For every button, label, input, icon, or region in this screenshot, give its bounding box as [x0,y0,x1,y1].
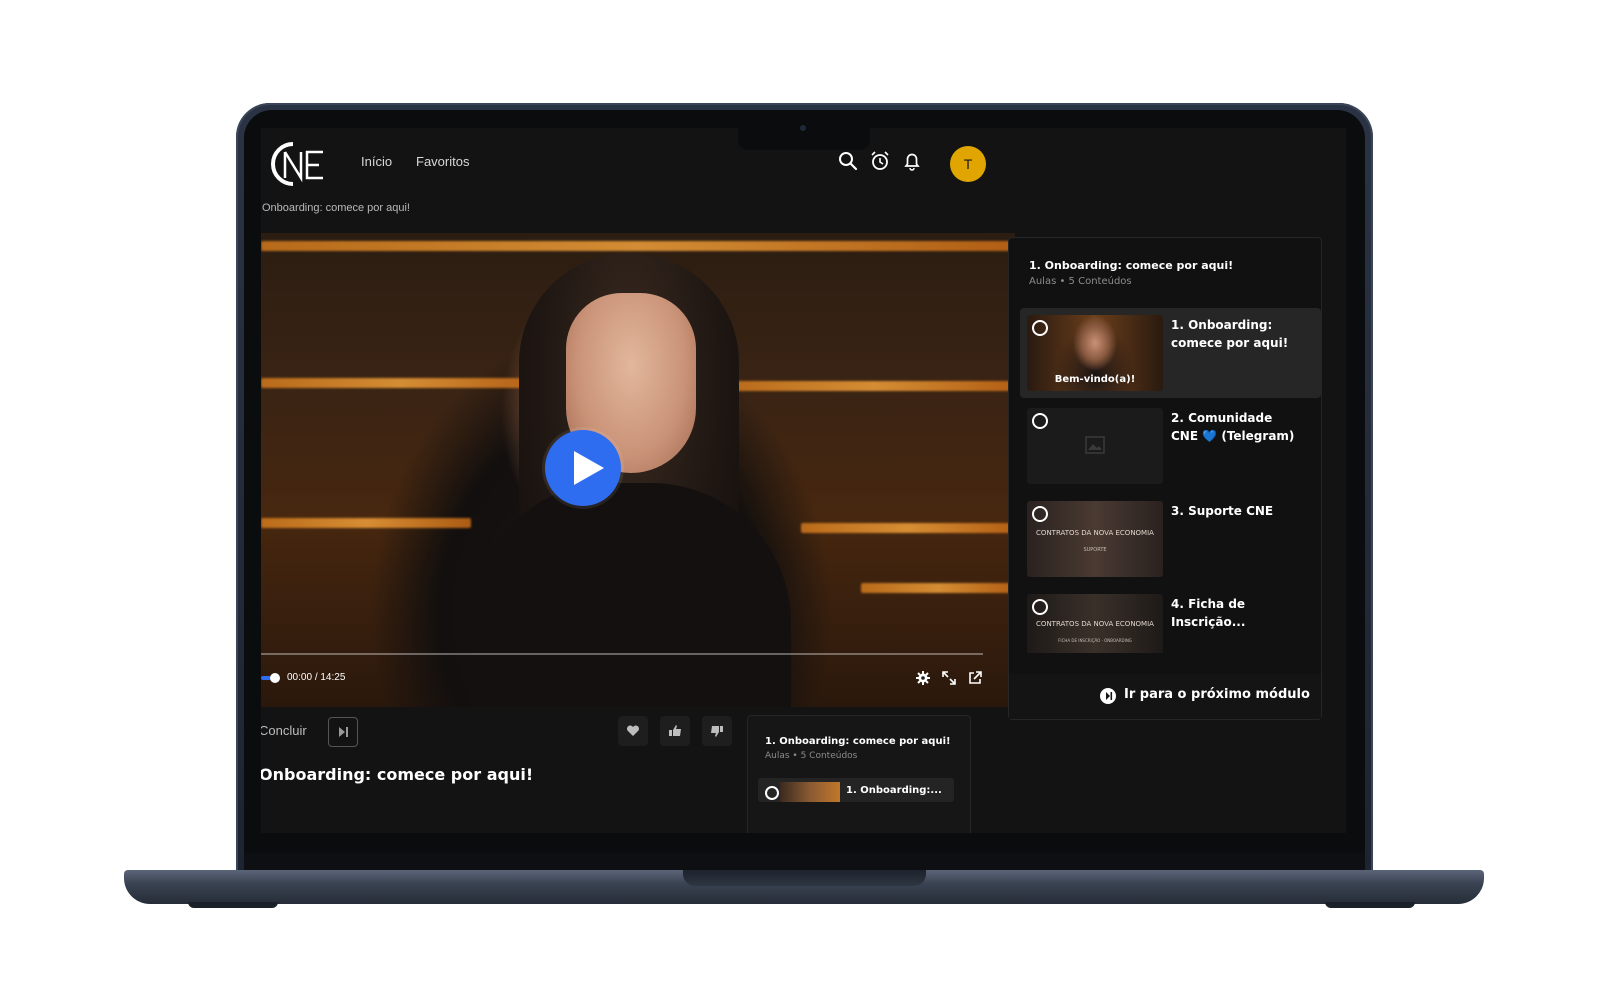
thumbnail-caption: Bem-vindo(a)! [1054,374,1136,385]
lesson-title: Onboarding: comece por aqui! [261,765,534,784]
duration: 14:25 [320,672,346,683]
mini-item-label: 1. Onboarding:... [846,785,942,796]
next-module-bar[interactable]: Ir para o próximo módulo [1009,674,1321,719]
playlist-item-2[interactable]: 2. Comunidade CNE 💙 (Telegram) [1020,401,1321,491]
image-placeholder-icon [1085,436,1105,454]
time-display: 00:00 / 14:25 [287,672,345,683]
module-subtitle: Aulas • 5 Conteúdos [1029,276,1132,287]
progress-bar[interactable] [261,653,983,655]
camera-notch [738,125,870,150]
playlist-item-3[interactable]: CONTRATOS DA NOVA ECONOMIA SUPORTE 3. Su… [1020,494,1321,584]
mini-playlist-panel: 1. Onboarding: comece por aqui! Aulas • … [747,715,971,833]
thumbs-up-icon [669,725,681,736]
skip-next-icon [339,727,348,737]
completion-radio[interactable] [1032,413,1048,429]
avatar[interactable]: T [950,146,986,182]
laptop-hinge [683,870,926,886]
settings-icon[interactable] [915,670,931,686]
cne-logo[interactable] [261,140,325,188]
time-separator: / [314,672,318,683]
thumbnail-caption: CONTRATOS DA NOVA ECONOMIA [1036,620,1154,628]
nav-link-favoritos[interactable]: Favoritos [416,154,469,169]
fullscreen-icon[interactable] [941,670,957,686]
search-icon[interactable] [837,150,859,172]
thumbnail-subcaption: FICHA DE INSCRIÇÃO · ONBOARDING [1058,638,1132,643]
camera-icon [800,125,806,131]
bezel-bottom [244,853,1365,870]
laptop-foot-left [188,902,278,908]
concluir-button[interactable]: Concluir [261,723,307,738]
laptop-foot-right [1325,902,1415,908]
playlist-item-label: 3. Suporte CNE [1171,504,1274,518]
thumbnail-caption: CONTRATOS DA NOVA ECONOMIA [1036,529,1154,537]
playlist-item-label: 1. Onboarding: comece por aqui! [1171,318,1289,350]
favorite-button[interactable] [618,716,648,746]
heart-icon [626,725,640,736]
completion-radio[interactable] [1032,506,1048,522]
module-title: 1. Onboarding: comece por aqui! [1029,259,1234,272]
next-module-label: Ir para o próximo módulo [1124,687,1310,702]
play-button[interactable] [545,430,621,506]
nav-link-inicio[interactable]: Início [361,154,392,169]
presenter-jacket [471,483,791,707]
playlist-item-1[interactable]: Bem-vindo(a)! 1. Onboarding: comece por … [1020,308,1321,398]
completion-radio[interactable] [1032,320,1048,336]
mini-thumbnail [780,782,840,802]
video-player[interactable]: 00:00 / 14:25 [261,233,1015,707]
thumbnail-subcaption: SUPORTE [1083,547,1107,553]
like-button[interactable] [660,716,690,746]
app-screen: Início Favoritos T Onboarding: comece po… [261,128,1346,833]
volume-handle[interactable] [270,673,280,683]
completion-radio[interactable] [1032,599,1048,615]
thumbs-down-icon [711,726,723,737]
breadcrumb[interactable]: Onboarding: comece por aqui! [262,202,410,214]
alarm-clock-icon[interactable] [869,150,891,172]
playlist-item-label: 2. Comunidade CNE 💙 (Telegram) [1171,411,1295,443]
bell-icon[interactable] [901,150,923,172]
external-link-icon[interactable] [967,670,983,686]
module-playlist: 1. Onboarding: comece por aqui! Aulas • … [1008,237,1322,720]
playlist-item-4[interactable]: CONTRATOS DA NOVA ECONOMIA FICHA DE INSC… [1020,587,1321,653]
mini-playlist-subtitle: Aulas • 5 Conteúdos [765,751,858,761]
next-lesson-button[interactable] [328,717,358,747]
playlist-item-label: 4. Ficha de Inscrição... [1171,597,1246,629]
mini-playlist-title: 1. Onboarding: comece por aqui! [765,736,951,747]
mini-playlist-item[interactable]: 1. Onboarding:... [758,778,954,802]
thumbnail: CONTRATOS DA NOVA ECONOMIA FICHA DE INSC… [1027,594,1163,653]
next-module-icon [1100,688,1116,704]
dislike-button[interactable] [702,716,732,746]
mini-radio[interactable] [765,786,779,800]
current-time: 00:00 [287,672,313,683]
